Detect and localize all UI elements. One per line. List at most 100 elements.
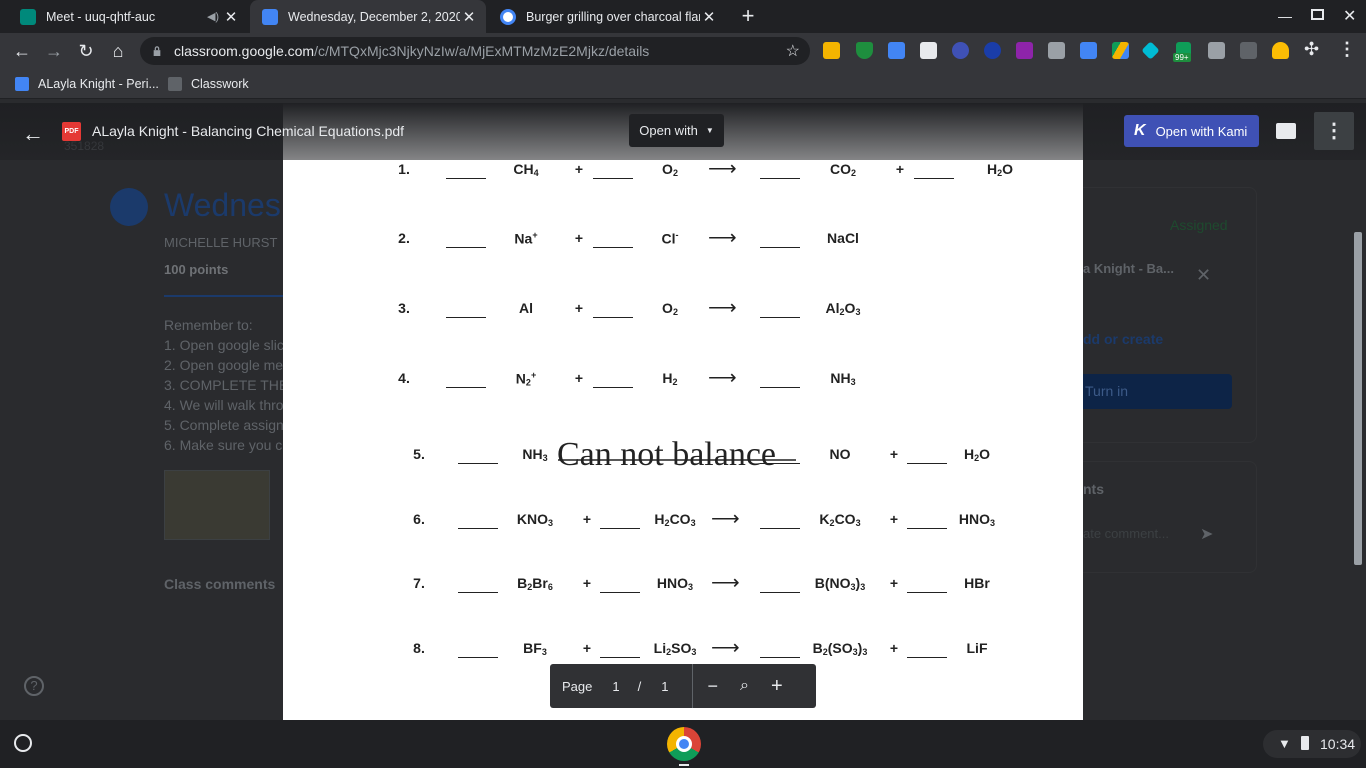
thumb-extension-icon[interactable] [1272, 42, 1289, 59]
coefficient-blank[interactable] [600, 592, 640, 593]
bookmark-star-icon[interactable]: ☆ [786, 41, 800, 61]
b-extension-icon[interactable] [1080, 42, 1097, 59]
coefficient-blank[interactable] [760, 387, 800, 388]
tab-meet[interactable]: Meet - uuq-qhtf-auc ◀) ✕ [8, 0, 248, 33]
puzzle-extensions-icon[interactable]: ✣ [1304, 39, 1319, 60]
product-formula: NH3 [830, 370, 856, 387]
qr-extension-icon[interactable] [920, 42, 937, 59]
g-extension-icon[interactable] [1208, 42, 1225, 59]
remove-attachment-icon[interactable]: ✕ [1196, 265, 1211, 286]
coefficient-blank[interactable] [593, 247, 633, 248]
drive-extension-icon[interactable] [1112, 42, 1129, 59]
coefficient-blank[interactable] [760, 592, 800, 593]
coefficient-blank[interactable] [458, 657, 498, 658]
coefficient-blank[interactable] [907, 463, 947, 464]
close-viewer-back-arrow-icon[interactable]: ← [22, 121, 44, 147]
plus-sign: + [574, 370, 584, 386]
class-comments-label[interactable]: Class comments [164, 576, 275, 592]
teacher-name: MICHELLE HURST [164, 235, 278, 250]
zoom-out-minus-icon[interactable]: − [707, 676, 718, 697]
coefficient-blank[interactable] [593, 178, 633, 179]
more-options-icon[interactable]: ⋮ [1314, 112, 1354, 150]
close-tab-icon[interactable]: ✕ [700, 8, 718, 26]
copy-extension-icon[interactable] [1048, 42, 1065, 59]
grid-extension-icon[interactable] [1240, 42, 1257, 59]
attachment-thumbnail[interactable] [164, 470, 270, 540]
bookmark-item[interactable]: Classwork [168, 69, 249, 99]
equation-number: 4. [398, 370, 410, 386]
bookmarks-bar: ALayla Knight - Peri... Classwork [0, 69, 1366, 99]
send-icon[interactable]: ➤ [1200, 524, 1213, 544]
docs-extension-icon[interactable] [888, 42, 905, 59]
print-icon[interactable] [1276, 123, 1296, 139]
equation-row: 2. Na+ + Cl- ⟶ NaCl [283, 227, 1083, 254]
diamond-extension-icon[interactable] [984, 42, 1001, 59]
coefficient-blank[interactable] [458, 528, 498, 529]
instruction-line: Remember to: [164, 317, 253, 333]
coefficient-blank[interactable] [458, 463, 498, 464]
equation-row: 6. KNO3 + H2CO3 ⟶ K2CO3 + HNO3 [283, 508, 1083, 535]
chrome-menu-icon[interactable]: ⋮ [1338, 39, 1356, 60]
coefficient-blank[interactable] [446, 387, 486, 388]
coefficient-blank[interactable] [760, 657, 800, 658]
close-tab-icon[interactable]: ✕ [460, 8, 478, 26]
coefficient-blank[interactable] [760, 528, 800, 529]
meet-favicon-icon [20, 8, 36, 25]
flag-extension-icon[interactable] [1016, 42, 1033, 59]
coefficient-blank[interactable] [600, 528, 640, 529]
coefficient-blank[interactable] [914, 178, 954, 179]
coefficient-blank[interactable] [600, 657, 640, 658]
zoom-magnifier-icon[interactable]: ⌕ [740, 677, 749, 695]
restore-window-icon[interactable] [1311, 9, 1324, 20]
kami-extension-icon[interactable] [952, 42, 969, 59]
add-or-create-button[interactable]: dd or create [1083, 331, 1163, 347]
coefficient-blank[interactable] [760, 247, 800, 248]
reload-icon[interactable]: ↻ [70, 33, 102, 69]
coefficient-blank[interactable] [458, 592, 498, 593]
product-formula: HNO3 [958, 511, 996, 528]
assignment-title: Wednes [164, 187, 281, 223]
yield-arrow-icon: ⟶ [711, 637, 740, 659]
help-icon[interactable]: ? [24, 676, 44, 696]
open-with-kami-button[interactable]: K Open with Kami [1124, 115, 1259, 147]
open-with-dropdown[interactable]: Open with ▼ [629, 114, 724, 147]
coefficient-blank[interactable] [907, 657, 947, 658]
turn-in-button[interactable]: Turn in [1083, 374, 1232, 409]
shield-extension-icon[interactable] [856, 42, 873, 59]
address-bar[interactable]: classroom.google.com/c/MTQxMjc3NjkyNzIw/… [140, 37, 810, 65]
coefficient-blank[interactable] [907, 528, 947, 529]
tab-classroom[interactable]: Wednesday, December 2, 2020 ✕ [250, 0, 486, 33]
scrollbar-thumb[interactable] [1354, 232, 1362, 565]
zoom-in-plus-icon[interactable]: + [771, 675, 783, 698]
handwritten-annotation: Can not balance [557, 436, 777, 473]
close-tab-icon[interactable]: ✕ [222, 8, 240, 26]
tab-burger[interactable]: Burger grilling over charcoal flam ✕ [488, 0, 726, 33]
coefficient-blank[interactable] [760, 178, 800, 179]
bookmark-item[interactable]: ALayla Knight - Peri... [15, 69, 159, 99]
chrome-app-icon[interactable] [667, 727, 701, 761]
product-formula: K2CO3 [819, 511, 861, 528]
reactant-formula: H2 [662, 370, 678, 387]
coefficient-blank[interactable] [760, 317, 800, 318]
minimize-icon[interactable]: — [1278, 8, 1292, 24]
classroom-extension-icon[interactable] [823, 42, 840, 59]
launcher-icon[interactable] [14, 734, 32, 752]
coefficient-blank[interactable] [593, 387, 633, 388]
forward-arrow-icon[interactable]: → [38, 33, 70, 69]
yield-arrow-icon: ⟶ [708, 227, 737, 249]
coefficient-blank[interactable] [446, 247, 486, 248]
coefficient-blank[interactable] [593, 317, 633, 318]
back-arrow-icon[interactable]: ← [6, 33, 38, 69]
private-comment-input[interactable]: ate comment... [1083, 526, 1193, 541]
coefficient-blank[interactable] [446, 178, 486, 179]
close-window-icon[interactable]: ✕ [1343, 6, 1356, 26]
coefficient-blank[interactable] [907, 592, 947, 593]
new-tab-plus-icon[interactable]: + [737, 5, 759, 27]
home-icon[interactable]: ⌂ [102, 33, 134, 69]
yield-arrow-icon: ⟶ [711, 508, 740, 530]
coefficient-blank[interactable] [446, 317, 486, 318]
current-page-input[interactable]: 1 [612, 679, 619, 694]
attachment-name: a Knight - Ba... [1083, 261, 1174, 276]
diamond-cyan-extension-icon[interactable] [1141, 41, 1160, 60]
speaker-muted-icon[interactable]: ◀) [204, 10, 222, 23]
